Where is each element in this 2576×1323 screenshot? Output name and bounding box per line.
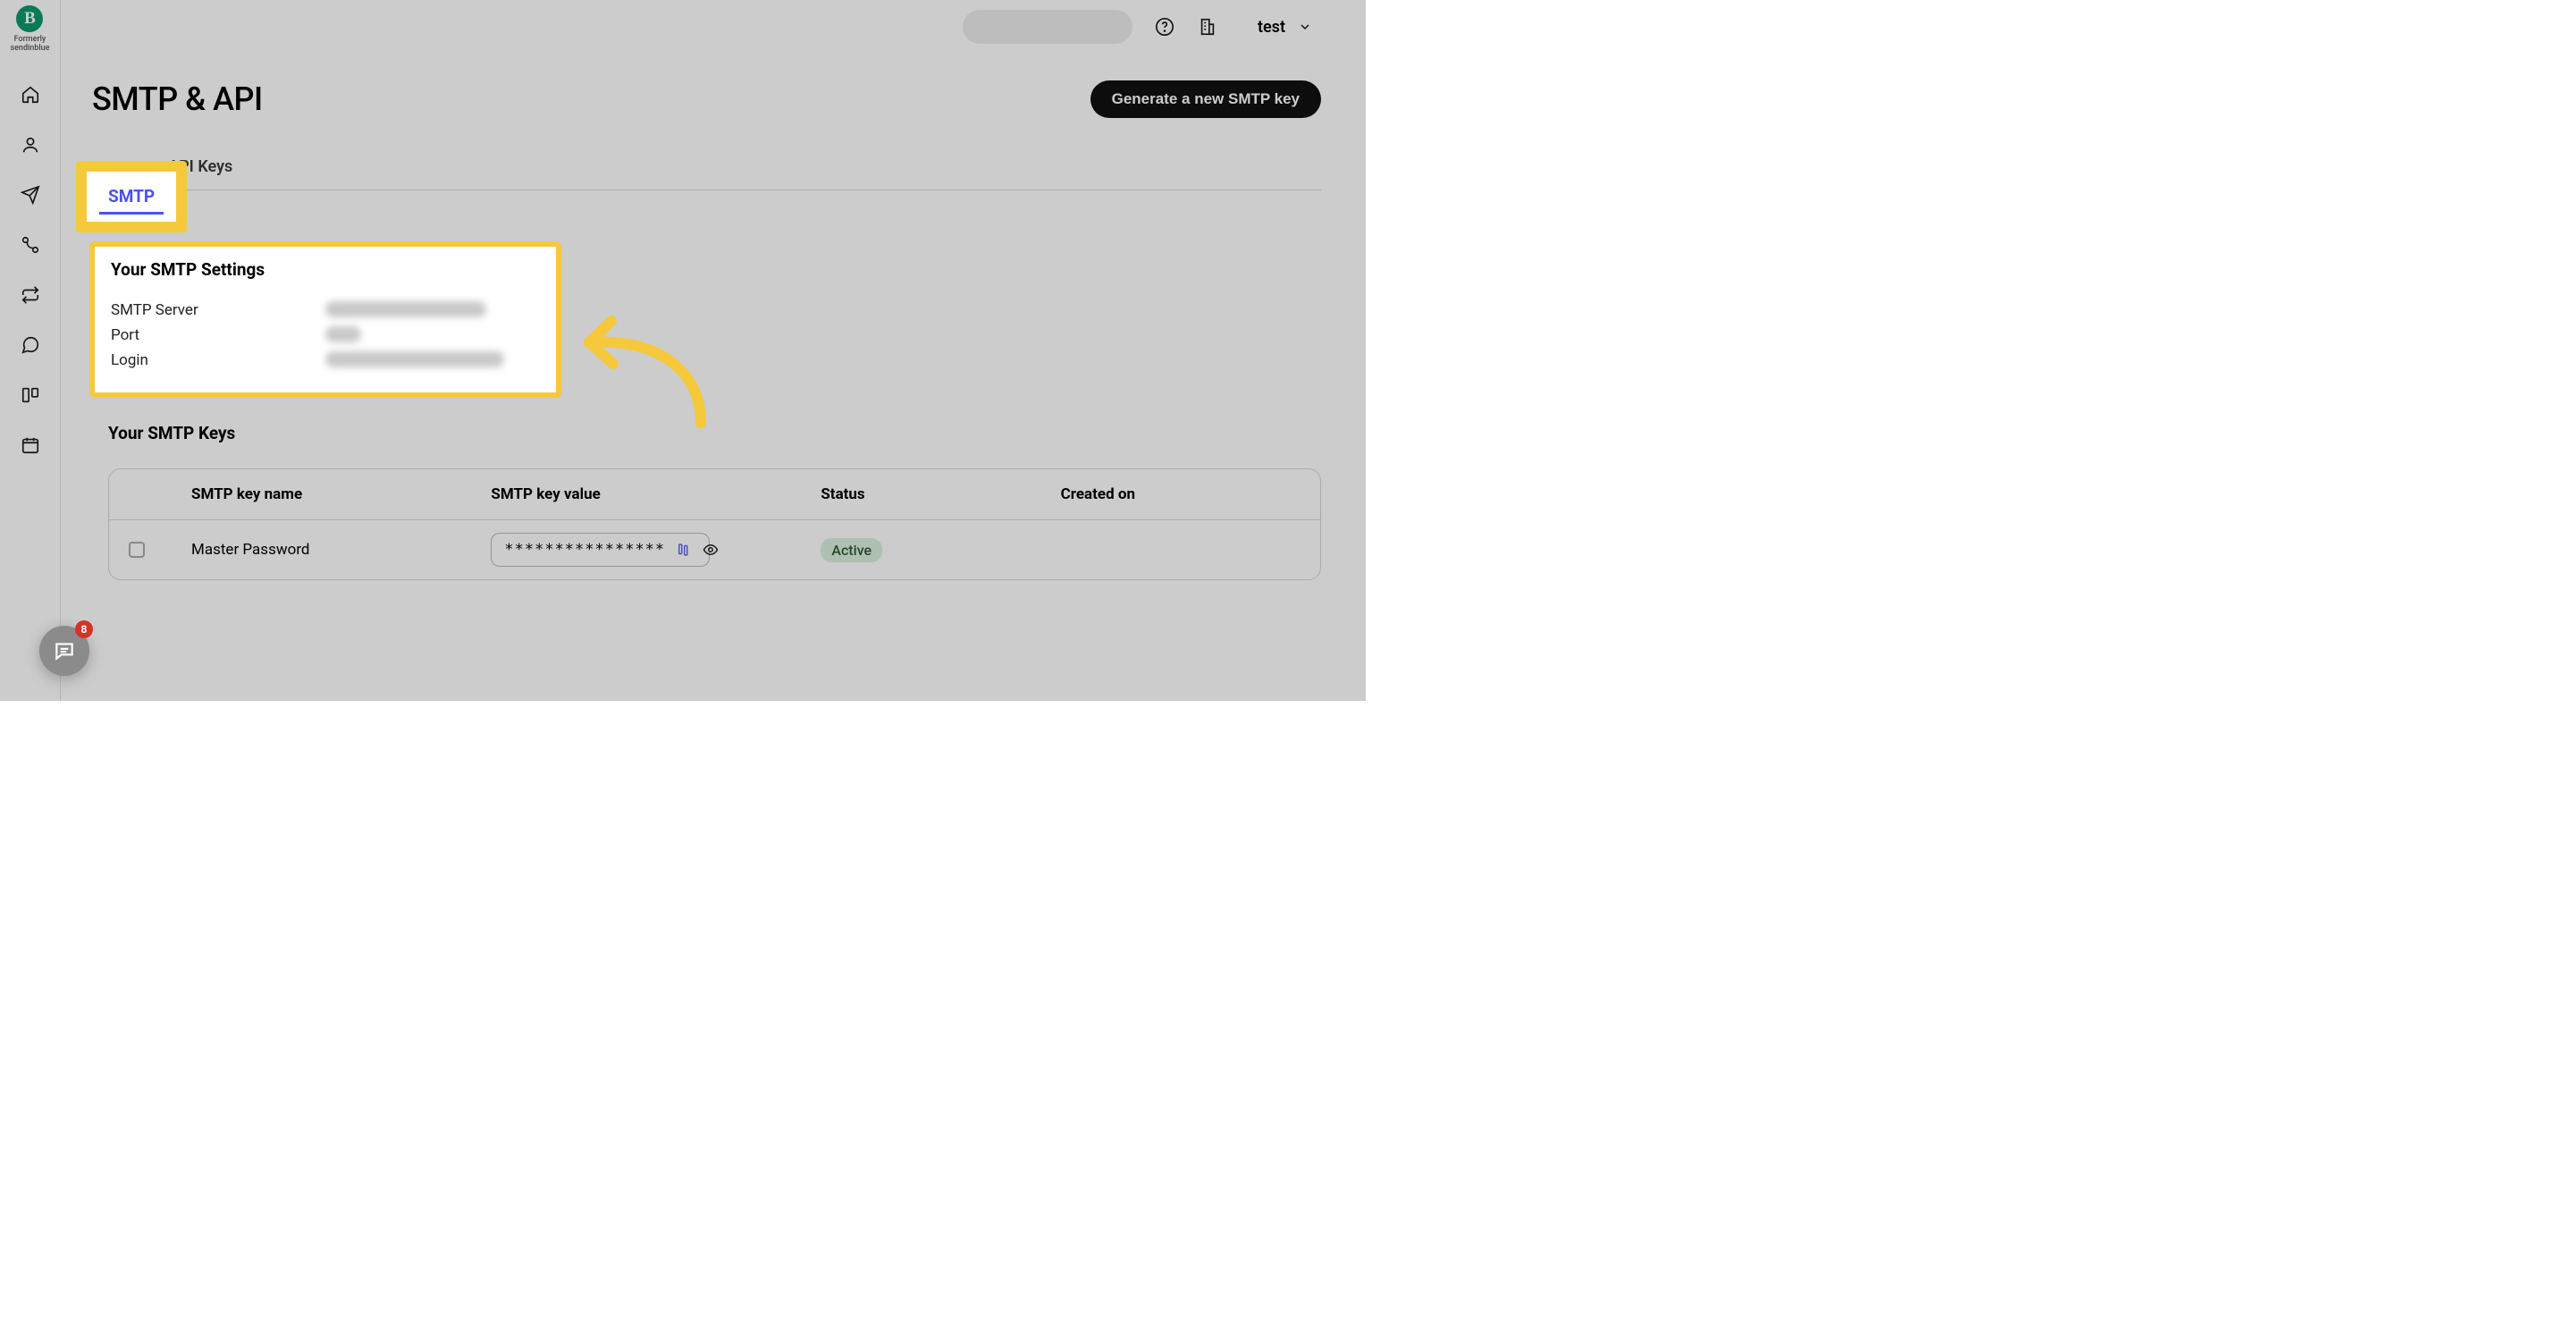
tab-smtp[interactable]: SMTP <box>99 179 164 215</box>
key-value-field: **************** <box>491 533 710 567</box>
row-checkbox[interactable] <box>129 542 145 558</box>
nav-contacts[interactable] <box>13 127 48 163</box>
brand-logo[interactable]: B Formerlysendinblue <box>10 5 49 54</box>
account-menu[interactable]: test <box>1258 18 1312 37</box>
kanban-icon <box>21 385 40 405</box>
smtp-port-label: Port <box>111 326 325 344</box>
reveal-key-button[interactable] <box>703 542 719 558</box>
generate-smtp-key-button[interactable]: Generate a new SMTP key <box>1090 80 1321 118</box>
col-name: SMTP key name <box>191 485 491 503</box>
smtp-keys-table: SMTP key name SMTP key value Status Crea… <box>108 468 1321 580</box>
nav-automation[interactable] <box>13 227 48 263</box>
page-title: SMTP & API <box>92 80 263 118</box>
help-icon <box>1155 17 1174 37</box>
search-input[interactable] <box>963 10 1132 44</box>
smtp-server-value-blurred <box>325 301 486 317</box>
tab-smtp-highlight: SMTP <box>76 161 187 232</box>
chat-widget[interactable]: 8 <box>39 626 89 676</box>
nav-conversations[interactable] <box>13 327 48 363</box>
table-header: SMTP key name SMTP key value Status Crea… <box>109 469 1320 520</box>
col-status: Status <box>821 485 1060 503</box>
chat-icon <box>21 335 40 355</box>
nav-campaigns[interactable] <box>13 177 48 213</box>
smtp-keys-heading: Your SMTP Keys <box>108 423 1321 443</box>
row-name: Master Password <box>191 541 491 559</box>
send-icon <box>21 185 40 205</box>
calendar-icon <box>21 435 40 455</box>
chat-bubble-icon <box>53 639 76 662</box>
brand-logo-mark: B <box>16 5 43 32</box>
status-badge: Active <box>821 538 882 562</box>
smtp-server-label: SMTP Server <box>111 301 325 319</box>
building-icon <box>1198 17 1217 37</box>
smtp-port-value-blurred <box>325 326 361 342</box>
copy-key-button[interactable] <box>676 542 692 558</box>
user-icon <box>21 135 40 155</box>
brand-tagline: Formerlysendinblue <box>10 36 49 54</box>
table-row: Master Password **************** Active <box>109 520 1320 579</box>
node-icon <box>21 235 40 255</box>
smtp-login-value-blurred <box>325 351 504 367</box>
chat-unread-badge: 8 <box>75 620 93 638</box>
top-header: test <box>61 0 1366 54</box>
tabs-row: SMTP API Keys <box>76 145 1321 190</box>
smtp-keys-section: Your SMTP Keys SMTP key name SMTP key va… <box>92 423 1321 580</box>
smtp-login-label: Login <box>111 351 325 369</box>
col-created: Created on <box>1061 485 1301 503</box>
help-button[interactable] <box>1154 16 1175 38</box>
col-value: SMTP key value <box>491 485 821 503</box>
smtp-settings-highlight: Your SMTP Settings SMTP Server Port Logi… <box>89 241 561 398</box>
copy-icon <box>676 542 692 558</box>
apps-button[interactable] <box>1197 16 1218 38</box>
nav-transactional[interactable] <box>13 277 48 313</box>
chevron-down-icon <box>1298 20 1312 34</box>
eye-icon <box>703 542 719 558</box>
masked-key-value: **************** <box>504 541 665 559</box>
home-icon <box>21 85 40 105</box>
nav-home[interactable] <box>13 77 48 113</box>
smtp-settings-heading: Your SMTP Settings <box>111 259 540 280</box>
account-name: test <box>1258 18 1285 37</box>
nav-meetings[interactable] <box>13 427 48 463</box>
sidebar-nav: B Formerlysendinblue <box>0 0 61 701</box>
nav-deals[interactable] <box>13 377 48 413</box>
loop-icon <box>21 285 40 305</box>
